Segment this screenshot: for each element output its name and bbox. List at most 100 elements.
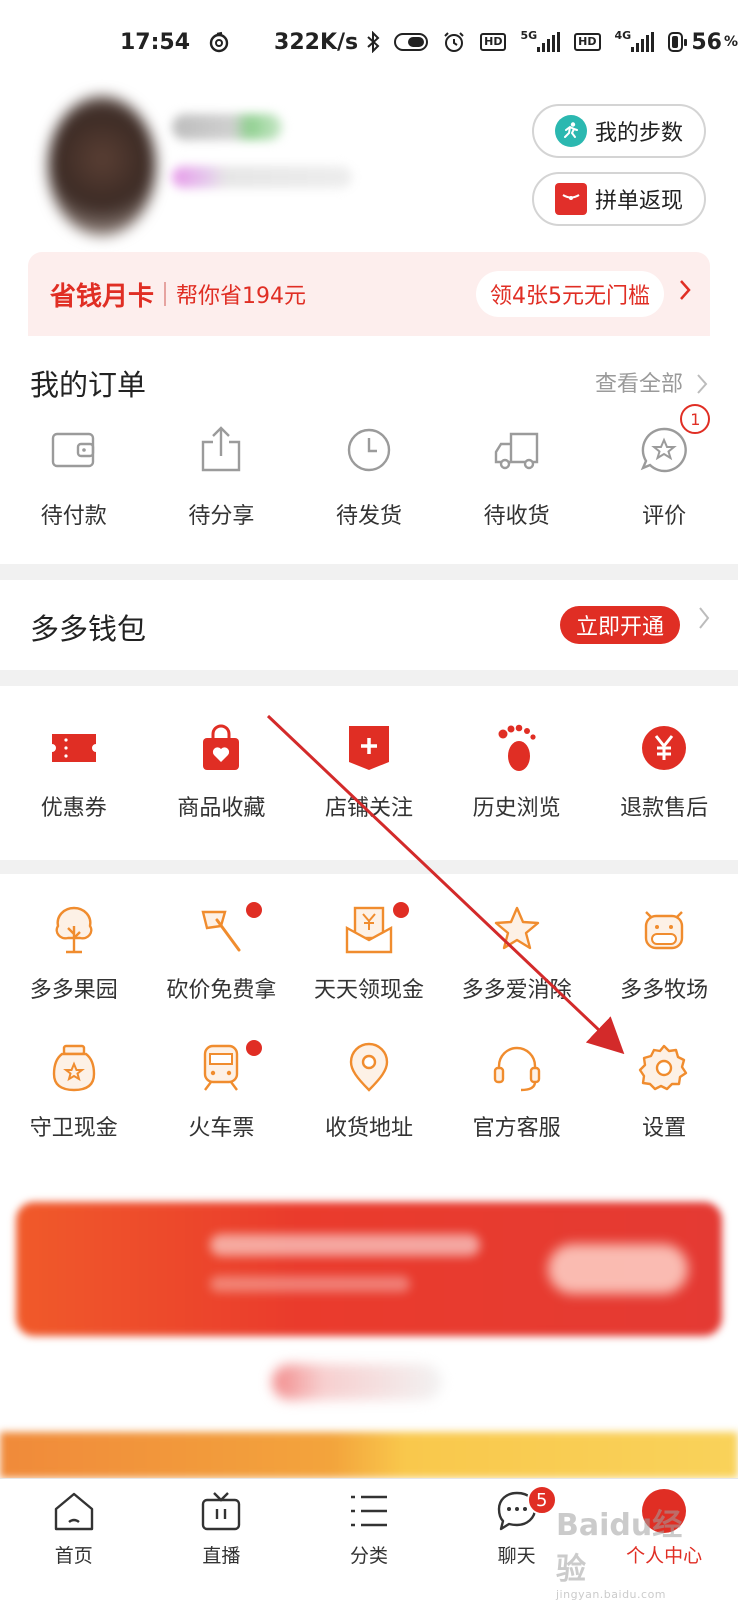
order-label: 待分享 (188, 504, 255, 529)
service-guard-cash[interactable]: 守卫现金 (0, 1042, 148, 1142)
order-pending-share[interactable]: 待分享 (148, 424, 296, 530)
service-shipping-address[interactable]: 收货地址 (295, 1042, 443, 1142)
tab-live[interactable]: 直播 (148, 1479, 296, 1600)
services-section: 多多果园 砍价免费拿 天天领现金 多多爱消除 多多牧场 守卫现金 火车票 收货地… (0, 874, 738, 1188)
review-icon (640, 427, 688, 473)
shortcut-label: 历史浏览 (472, 796, 561, 821)
tab-label: 聊天 (497, 1545, 536, 1567)
service-label: 火车票 (188, 1116, 255, 1141)
promo-strip-blurred (0, 1432, 738, 1478)
service-match-game[interactable]: 多多爱消除 (443, 904, 591, 1004)
shortcut-label: 店铺关注 (324, 796, 413, 821)
promo-button-blurred[interactable] (548, 1244, 688, 1294)
shortcut-coupons[interactable]: 优惠券 (0, 722, 148, 822)
service-label: 砍价免费拿 (166, 978, 277, 1003)
service-label: 多多牧场 (620, 978, 709, 1003)
coupon-icon (51, 734, 96, 762)
tab-label: 首页 (54, 1545, 93, 1567)
service-daily-cash[interactable]: 天天领现金 (295, 902, 443, 1004)
chevron-right-icon (678, 278, 692, 309)
tab-label: 分类 (349, 1545, 388, 1567)
activate-wallet-button[interactable]: 立即开通 (559, 606, 680, 644)
star-icon (494, 906, 539, 950)
bag-heart-icon (203, 724, 240, 770)
toggle-icon (394, 33, 429, 51)
hd-icon-2: HD (574, 33, 601, 51)
shortcut-refunds[interactable]: 退款售后 (590, 722, 738, 822)
service-orchard[interactable]: 多多果园 (0, 904, 148, 1004)
cow-icon (644, 911, 684, 950)
wallet-title: 多多钱包 (30, 612, 147, 646)
baidu-watermark: Baidu经验 jingyan.baidu.com (556, 1508, 683, 1600)
review-count-badge: 1 (680, 404, 711, 434)
avatar[interactable] (48, 96, 156, 236)
clock-icon (347, 428, 391, 472)
truck-icon (494, 432, 538, 470)
service-train-tickets[interactable]: 火车票 (148, 1040, 296, 1142)
order-pending-shipment[interactable]: 待发货 (295, 424, 443, 530)
notification-dot (393, 902, 410, 918)
shortcut-history[interactable]: 历史浏览 (443, 722, 591, 822)
status-time: 17:54 (120, 29, 191, 55)
order-label: 待发货 (335, 504, 402, 529)
service-label: 收货地址 (324, 1116, 413, 1141)
tab-label: 直播 (202, 1545, 241, 1567)
service-label: 官方客服 (472, 1116, 561, 1141)
service-label: 守卫现金 (29, 1116, 118, 1141)
promo-subtext-blurred (210, 1276, 410, 1292)
orders-title: 我的订单 (30, 368, 147, 402)
username-blurred (172, 114, 282, 140)
service-ranch[interactable]: 多多牧场 (590, 904, 738, 1004)
tab-categories[interactable]: 分类 (295, 1479, 443, 1600)
yen-icon (642, 726, 687, 770)
tv-icon (202, 1492, 241, 1531)
wallet-icon (51, 432, 94, 468)
red-envelope-icon (554, 183, 587, 215)
shortcut-followed-stores[interactable]: 店铺关注 (295, 722, 443, 822)
order-pending-payment[interactable]: 待付款 (0, 424, 148, 530)
user-subtitle-blurred (172, 166, 352, 188)
service-label: 多多爱消除 (461, 978, 572, 1003)
service-label: 天天领现金 (313, 978, 424, 1003)
card-title: 省钱月卡 (50, 281, 155, 312)
footprint-icon (498, 724, 536, 771)
shortcuts-row: 优惠券 商品收藏 店铺关注 历史浏览 退款售后 (0, 722, 738, 822)
tree-icon (55, 906, 93, 954)
runner-icon (554, 115, 587, 147)
chat-unread-badge: 5 (526, 1485, 557, 1515)
my-steps-label: 我的步数 (594, 121, 683, 146)
axe-icon (201, 910, 241, 952)
battery-level: 56% (691, 29, 738, 55)
group-buy-cashback-button[interactable]: 拼单返现 (532, 172, 706, 226)
service-label: 多多果园 (29, 978, 118, 1003)
my-orders-section: 我的订单 查看全部 待付款 待分享 待发货 待收货 1 评价 (0, 336, 738, 564)
order-label: 待收货 (483, 504, 550, 529)
service-bargain[interactable]: 砍价免费拿 (148, 902, 296, 1004)
promo-text-blurred (210, 1234, 480, 1256)
order-review[interactable]: 1 评价 (590, 404, 738, 530)
network-speed: 322K/s (274, 29, 359, 55)
home-icon (54, 1492, 93, 1531)
shortcut-favorites[interactable]: 商品收藏 (148, 722, 296, 822)
store-plus-icon (348, 726, 389, 770)
cash-envelope-icon (345, 906, 393, 954)
notification-dot (245, 902, 262, 918)
my-steps-button[interactable]: 我的步数 (532, 104, 706, 158)
card-coupon-button[interactable]: 领4张5元无门槛 (476, 271, 664, 317)
service-settings[interactable]: 设置 (590, 1042, 738, 1142)
shortcuts-section: 优惠券 商品收藏 店铺关注 历史浏览 退款售后 (0, 686, 738, 860)
profile-header: 我的步数 拼单返现 省钱月卡 帮你省194元 领4张5元无门槛 (0, 84, 738, 336)
view-all-orders-link[interactable]: 查看全部 (595, 366, 708, 398)
wallet-section[interactable]: 多多钱包 立即开通 (0, 580, 738, 670)
list-icon (350, 1495, 387, 1527)
divider (164, 282, 167, 306)
money-saving-card-banner[interactable]: 省钱月卡 帮你省194元 领4张5元无门槛 (28, 252, 710, 336)
services-row-1: 多多果园 砍价免费拿 天天领现金 多多爱消除 多多牧场 (0, 902, 738, 1004)
order-pending-receipt[interactable]: 待收货 (443, 424, 591, 530)
tab-home[interactable]: 首页 (0, 1479, 148, 1600)
service-label: 设置 (642, 1116, 687, 1141)
chevron-right-icon (697, 374, 708, 394)
train-icon (204, 1044, 239, 1091)
service-customer-support[interactable]: 官方客服 (443, 1042, 591, 1142)
share-icon (202, 426, 241, 472)
